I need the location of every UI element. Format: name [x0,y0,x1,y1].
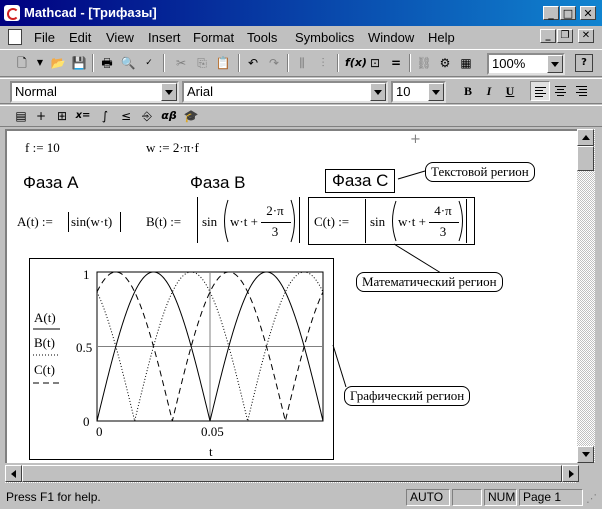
menu-window[interactable]: Window [368,30,414,45]
vertical-scroll-thumb[interactable] [577,146,594,171]
matrix-toolbar-icon[interactable]: ⊞ [53,107,71,125]
calculus-toolbar-icon[interactable]: ∫ [96,107,114,125]
calculate-icon[interactable]: = [387,54,405,72]
align-down-icon[interactable]: ⫶ [314,54,332,72]
document-icon[interactable] [8,29,22,45]
font-size-select[interactable]: 10 [391,81,446,103]
spell-check-icon[interactable]: ✓ [140,54,158,72]
status-help-text: Press F1 for help. [6,490,101,504]
close-button[interactable]: ✕ [580,6,596,20]
callout-math-region: Математический регион [356,272,503,292]
status-blank [452,489,482,506]
align-right-button[interactable] [572,81,592,101]
status-num: NUM [484,489,517,506]
standard-toolbar: 🗋 ▼ 📂 💾 🖶 🔍 ✓ ✂ ⎘ 📋 ↶ ↷ ⫼ ⫶ f(x) ⊡ = ⛓ ⚙… [0,49,602,77]
status-page: Page 1 [519,489,583,506]
print-icon[interactable]: 🖶 [98,54,116,72]
doc-close-button[interactable]: ✕ [578,29,594,43]
italic-button[interactable]: I [479,81,499,101]
align-across-icon[interactable]: ⫼ [293,54,311,72]
resize-grip-icon[interactable]: ⋰ [586,492,597,505]
horizontal-scroll-thumb[interactable] [22,465,562,482]
redo-icon[interactable]: ↷ [265,54,283,72]
symbolic-toolbar-icon[interactable]: 🎓 [182,107,200,125]
font-value: Arial [187,84,214,99]
underline-button[interactable]: U [500,81,520,101]
insert-function-icon[interactable]: f(x) [345,54,367,72]
menu-view[interactable]: View [106,30,134,45]
new-icon[interactable]: 🗋 [13,54,31,72]
menu-symbolics[interactable]: Symbolics [295,30,354,45]
style-value: Normal [15,84,57,99]
help-icon[interactable]: ? [575,54,593,72]
cut-icon[interactable]: ✂ [172,54,190,72]
font-select[interactable]: Arial [182,81,388,103]
resource-center-icon[interactable]: ▦ [457,54,475,72]
open-icon[interactable]: 📂 [49,54,67,72]
calculator-toolbar-icon[interactable]: ▤ [12,107,30,125]
menu-tools[interactable]: Tools [247,30,277,45]
minimize-button[interactable]: _ [543,6,559,20]
scroll-up-button[interactable] [577,129,594,146]
menu-format[interactable]: Format [193,30,234,45]
undo-icon[interactable]: ↶ [244,54,262,72]
callout-graph-region: Графический регион [344,386,471,406]
menu-bar: File Edit View Insert Format Tools Symbo… [0,26,602,48]
scroll-down-button[interactable] [577,446,594,463]
worksheet[interactable]: f := 10 w := 2·π·f + Фаза A Фаза B Фаза … [5,129,577,463]
save-icon[interactable]: 💾 [70,54,88,72]
chevron-down-icon[interactable] [161,83,177,101]
insert-component-icon[interactable]: ⚙ [436,54,454,72]
doc-restore-button[interactable]: ❐ [557,29,573,43]
align-left-button[interactable] [530,81,550,101]
paste-icon[interactable]: 📋 [214,54,232,72]
boolean-toolbar-icon[interactable]: ≤ [117,107,135,125]
zoom-value: 100% [492,56,526,71]
math-toolbar: ▤ + ⊞ x= ∫ ≤ ⎆ αβ 🎓 [0,105,602,127]
menu-insert[interactable]: Insert [148,30,181,45]
style-select[interactable]: Normal [10,81,179,103]
evaluation-toolbar-icon[interactable]: x= [74,107,92,125]
horizontal-scrollbar[interactable] [5,465,579,483]
menu-edit[interactable]: Edit [69,30,91,45]
title-bar[interactable]: Mathcad - [Трифазы] _ □ ✕ [0,0,602,26]
status-auto: AUTO [406,489,450,506]
menu-help[interactable]: Help [428,30,455,45]
zoom-select[interactable]: 100% [487,53,565,75]
chevron-down-icon[interactable] [370,83,386,101]
chevron-down-icon[interactable] [547,55,563,73]
window-title: Mathcad - [Трифазы] [24,5,157,20]
status-bar: Press F1 for help. AUTO NUM Page 1 ⋰ [0,487,602,509]
doc-minimize-button[interactable]: _ [540,29,556,43]
mathcad-app-icon[interactable] [4,5,20,21]
scroll-right-button[interactable] [562,465,579,482]
scrollbar-corner [577,465,595,483]
new-dropdown-icon[interactable]: ▼ [31,54,49,72]
align-center-button[interactable] [551,81,571,101]
maximize-button[interactable]: □ [560,6,576,20]
greek-toolbar-icon[interactable]: αβ [160,107,178,125]
programming-toolbar-icon[interactable]: ⎆ [138,107,156,125]
font-size-value: 10 [396,84,411,99]
print-preview-icon[interactable]: 🔍 [119,54,137,72]
menu-file[interactable]: File [34,30,55,45]
copy-icon[interactable]: ⎘ [193,54,211,72]
bold-button[interactable]: B [458,81,478,101]
vertical-scrollbar[interactable] [577,129,595,463]
insert-unit-icon[interactable]: ⊡ [366,54,384,72]
graph-toolbar-icon[interactable]: + [32,107,50,125]
scroll-left-button[interactable] [5,465,22,482]
chevron-down-icon[interactable] [428,83,444,101]
insert-hyperlink-icon[interactable]: ⛓ [415,54,433,72]
callout-text-region: Текстовой регион [425,162,535,182]
